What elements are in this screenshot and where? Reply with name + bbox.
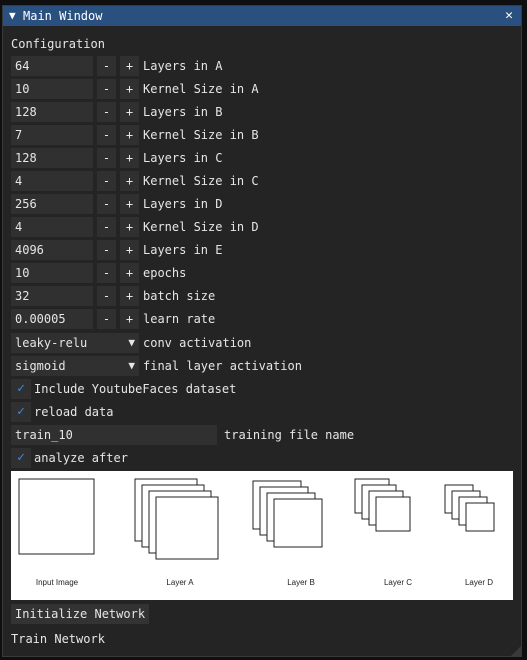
- checkmark-icon: ✓: [17, 381, 25, 396]
- combo-value: leaky-relu: [15, 336, 88, 350]
- increment-button[interactable]: +: [120, 217, 139, 237]
- param-value-input[interactable]: 4096: [11, 240, 93, 260]
- network-diagram-svg: Input Image Layer A Layer B Layer C Laye…: [18, 478, 495, 587]
- param-value-input[interactable]: 0.00005: [11, 309, 93, 329]
- decrement-button[interactable]: -: [97, 171, 116, 191]
- final-activation-select[interactable]: sigmoid ▼: [11, 356, 139, 376]
- chevron-down-icon[interactable]: ▼: [128, 356, 135, 376]
- increment-button[interactable]: +: [120, 171, 139, 191]
- param-value-input[interactable]: 7: [11, 125, 93, 145]
- param-label: batch size: [143, 289, 216, 303]
- checkbox-label: analyze after: [34, 451, 128, 465]
- param-label: Layers in C: [143, 151, 223, 165]
- decrement-button[interactable]: -: [97, 102, 116, 122]
- increment-button[interactable]: +: [120, 56, 139, 76]
- param-label: Kernel Size in B: [143, 128, 259, 142]
- param-label: learn rate: [143, 312, 216, 326]
- param-value-input[interactable]: 64: [11, 56, 93, 76]
- increment-button[interactable]: +: [120, 309, 139, 329]
- increment-button[interactable]: +: [120, 286, 139, 306]
- param-label: Layers in E: [143, 243, 223, 257]
- decrement-button[interactable]: -: [97, 309, 116, 329]
- diagram-label: Layer A: [166, 578, 194, 587]
- checkmark-icon: ✓: [17, 404, 25, 419]
- diagram-label: Layer B: [287, 578, 315, 587]
- increment-button[interactable]: +: [120, 240, 139, 260]
- combo-label: conv activation: [143, 336, 252, 350]
- layer-d-map: [465, 502, 495, 532]
- param-value-input[interactable]: 10: [11, 79, 93, 99]
- param-label: Layers in A: [143, 59, 223, 73]
- checkbox-label: reload data: [34, 405, 114, 419]
- increment-button[interactable]: +: [120, 79, 139, 99]
- window-titlebar[interactable]: ▼ Main Window ✕: [3, 6, 521, 26]
- param-value-input[interactable]: 10: [11, 263, 93, 283]
- param-value-input[interactable]: 32: [11, 286, 93, 306]
- param-label: epochs: [143, 266, 187, 280]
- resize-grip[interactable]: [511, 646, 521, 656]
- increment-button[interactable]: +: [120, 194, 139, 214]
- increment-button[interactable]: +: [120, 102, 139, 122]
- param-label: Layers in D: [143, 197, 223, 211]
- param-value-input[interactable]: 4: [11, 171, 93, 191]
- conv-activation-select[interactable]: leaky-relu ▼: [11, 333, 139, 353]
- collapse-icon[interactable]: ▼: [9, 9, 16, 22]
- train-network-button[interactable]: Train Network: [11, 632, 105, 646]
- diagram-label: Input Image: [36, 578, 79, 587]
- close-icon[interactable]: ✕: [505, 8, 513, 23]
- decrement-button[interactable]: -: [97, 194, 116, 214]
- network-diagram-image: Input Image Layer A Layer B Layer C Laye…: [11, 471, 513, 600]
- combo-label: final layer activation: [143, 359, 302, 373]
- combo-value: sigmoid: [15, 359, 66, 373]
- decrement-button[interactable]: -: [97, 148, 116, 168]
- decrement-button[interactable]: -: [97, 240, 116, 260]
- youtube-checkbox[interactable]: ✓: [11, 379, 31, 399]
- param-value-input[interactable]: 128: [11, 148, 93, 168]
- param-value-input[interactable]: 4: [11, 217, 93, 237]
- param-value-input[interactable]: 128: [11, 102, 93, 122]
- reload-data-checkbox[interactable]: ✓: [11, 402, 31, 422]
- decrement-button[interactable]: -: [97, 56, 116, 76]
- decrement-button[interactable]: -: [97, 125, 116, 145]
- section-title: Configuration: [11, 37, 105, 51]
- decrement-button[interactable]: -: [97, 217, 116, 237]
- decrement-button[interactable]: -: [97, 79, 116, 99]
- param-value-input[interactable]: 256: [11, 194, 93, 214]
- param-label: Kernel Size in A: [143, 82, 259, 96]
- diagram-label: Layer C: [384, 578, 412, 587]
- training-file-label: training file name: [224, 428, 355, 442]
- analyze-after-checkbox[interactable]: ✓: [11, 448, 31, 468]
- diagram-label: Layer D: [465, 578, 493, 587]
- checkbox-label: Include YoutubeFaces dataset: [34, 382, 237, 396]
- checkmark-icon: ✓: [17, 450, 25, 465]
- window-title: Main Window: [23, 9, 103, 23]
- decrement-button[interactable]: -: [97, 263, 116, 283]
- param-label: Kernel Size in C: [143, 174, 259, 188]
- layer-c-map: [375, 496, 411, 532]
- input-image-square: [18, 478, 95, 555]
- increment-button[interactable]: +: [120, 263, 139, 283]
- param-label: Layers in B: [143, 105, 223, 119]
- increment-button[interactable]: +: [120, 125, 139, 145]
- layer-b-map: [273, 498, 323, 548]
- initialize-network-button[interactable]: Initialize Network: [11, 604, 150, 624]
- main-window: ▼ Main Window ✕ Configuration 64- + Layers…: [2, 5, 522, 657]
- param-label: Kernel Size in D: [143, 220, 259, 234]
- increment-button[interactable]: +: [120, 148, 139, 168]
- training-file-input[interactable]: train_10: [11, 425, 217, 445]
- chevron-down-icon[interactable]: ▼: [128, 333, 135, 353]
- layer-a-map: [155, 496, 219, 560]
- decrement-button[interactable]: -: [97, 286, 116, 306]
